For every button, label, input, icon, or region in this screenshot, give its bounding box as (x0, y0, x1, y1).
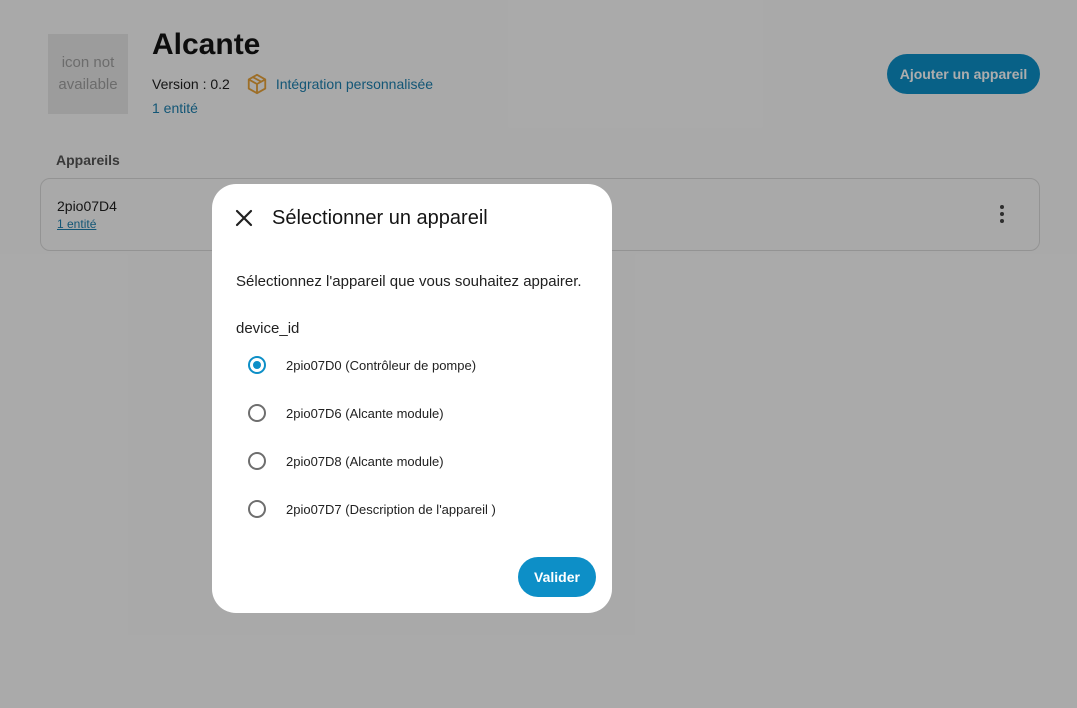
device-option[interactable]: 2pio07D8 (Alcante module) (248, 449, 444, 473)
close-icon[interactable] (234, 208, 254, 228)
device-option-label[interactable]: 2pio07D7 (Description de l'appareil ) (286, 502, 496, 517)
device-option[interactable]: 2pio07D0 (Contrôleur de pompe) (248, 353, 476, 377)
radio-button[interactable] (248, 500, 266, 518)
dialog-title: Sélectionner un appareil (272, 207, 488, 229)
device-id-label: device_id (236, 320, 300, 337)
select-device-dialog: Sélectionner un appareil Sélectionnez l'… (212, 184, 612, 613)
device-option[interactable]: 2pio07D6 (Alcante module) (248, 401, 444, 425)
dialog-description: Sélectionnez l'appareil que vous souhait… (236, 273, 582, 290)
radio-button[interactable] (248, 356, 266, 374)
device-option-label[interactable]: 2pio07D8 (Alcante module) (286, 454, 444, 469)
device-option-label[interactable]: 2pio07D0 (Contrôleur de pompe) (286, 358, 476, 373)
radio-button[interactable] (248, 452, 266, 470)
validate-button[interactable]: Valider (518, 557, 596, 597)
radio-button[interactable] (248, 404, 266, 422)
device-option-label[interactable]: 2pio07D6 (Alcante module) (286, 406, 444, 421)
device-option[interactable]: 2pio07D7 (Description de l'appareil ) (248, 497, 496, 521)
